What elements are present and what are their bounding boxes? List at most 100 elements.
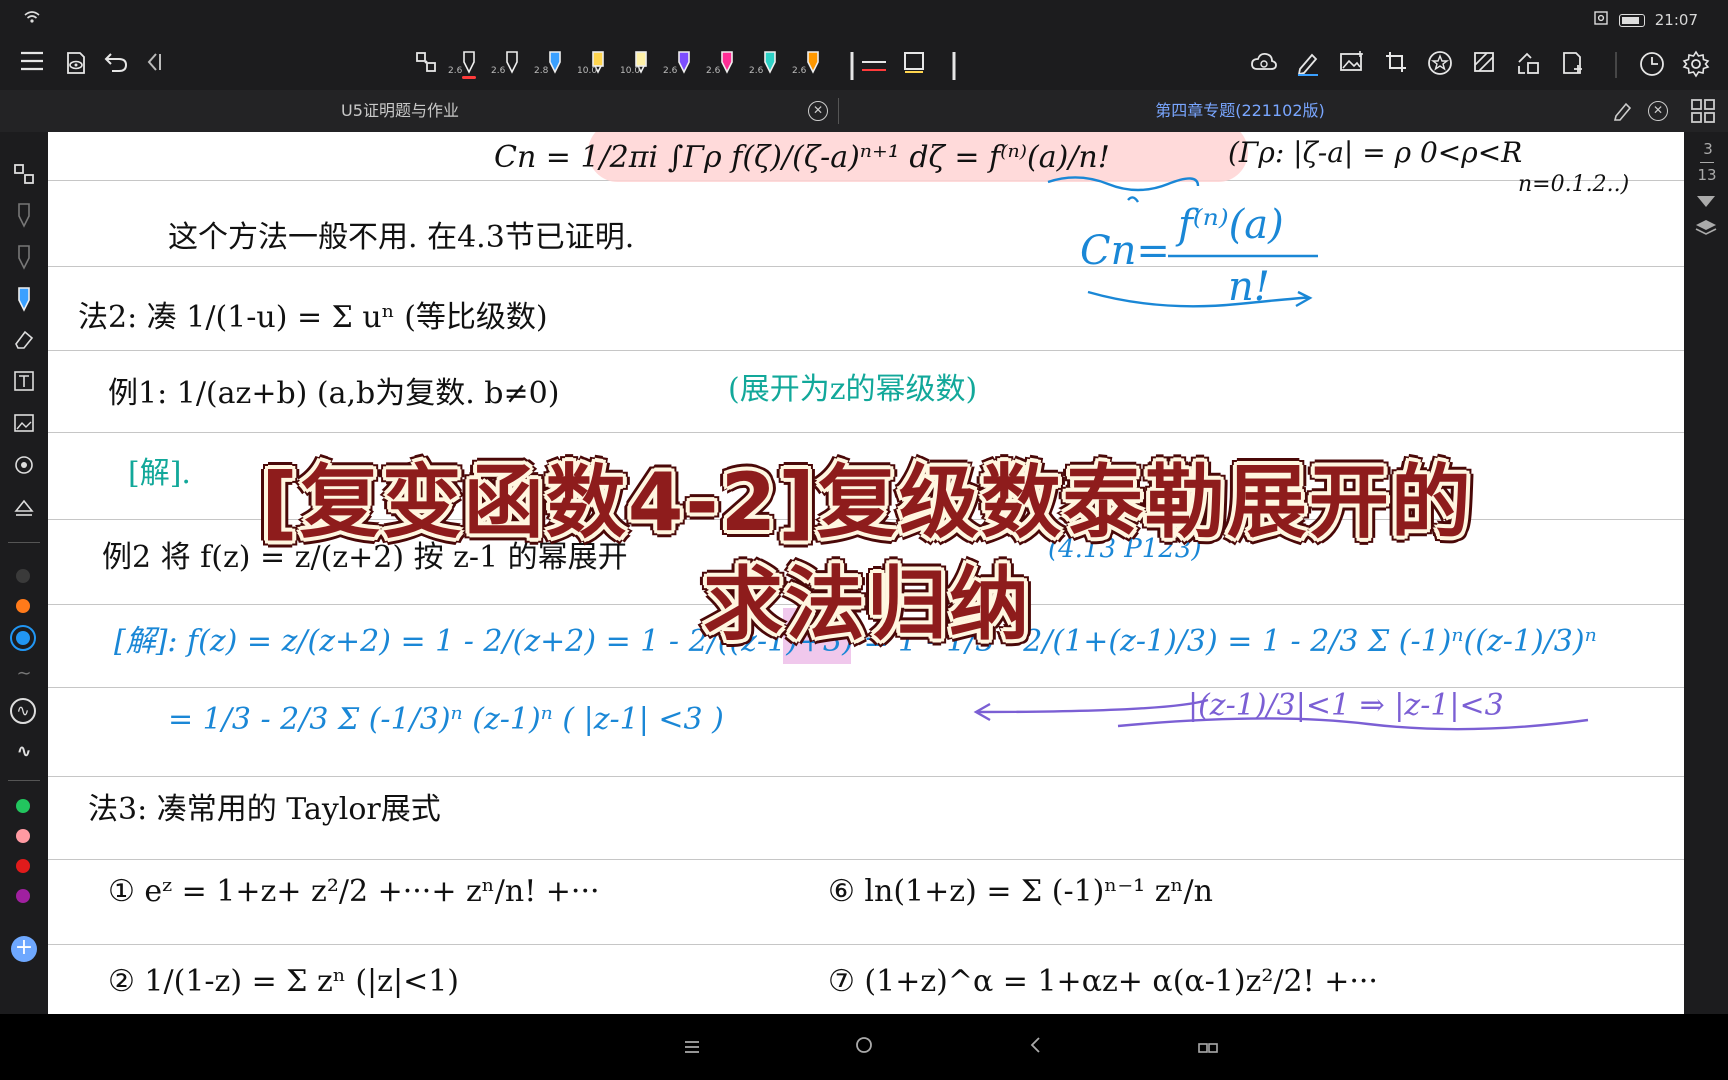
thick-stroke-icon[interactable]: ∿ [12, 740, 36, 764]
sidebar-divider [8, 542, 40, 543]
notebook-page[interactable]: Cn = 1/2πi ∫Γρ f(ζ)/(ζ-a)ⁿ⁺¹ dζ = f⁽ⁿ⁾(a… [48, 132, 1684, 1014]
close-tab-icon[interactable]: ✕ [1648, 101, 1668, 121]
color-swatch[interactable] [16, 569, 30, 583]
close-tab-icon[interactable]: ✕ [808, 101, 828, 121]
left-tool-sidebar: ∼ ∿ ∿ + [0, 132, 48, 1014]
tab-u5[interactable]: U5证明题与作业 [240, 90, 560, 132]
pen-edit-icon[interactable] [1292, 50, 1324, 82]
ruled-line [48, 604, 1684, 605]
page-fraction-bar [1700, 162, 1714, 163]
next-page-icon[interactable] [1696, 194, 1716, 213]
eraser-mask-icon[interactable] [1468, 50, 1500, 82]
taylor-geometric: ② 1/(1-z) = Σ zⁿ (|z|<1) [108, 964, 459, 999]
pen-icon[interactable] [12, 202, 36, 228]
read-mode-icon[interactable] [60, 50, 92, 82]
ruled-line [48, 350, 1684, 351]
convert-icon[interactable] [1512, 50, 1544, 82]
history-icon[interactable] [1636, 50, 1668, 82]
pen-tool-cyan[interactable]: 2.6 [749, 46, 789, 86]
laser-pointer-icon[interactable] [12, 454, 36, 478]
solution-1-label: [解]. [128, 456, 191, 491]
color-swatch[interactable] [16, 799, 30, 813]
highlighter-tool-2[interactable]: 10.0 [620, 46, 660, 86]
taylor-exp: ① eᶻ = 1+z+ z²/2 +···+ zⁿ/n! +··· [108, 874, 600, 909]
color-swatch[interactable] [16, 859, 30, 873]
example-2: 例2 将 f(z) = z/(z+2) 按 z-1 的幂展开 [102, 540, 628, 575]
select-tool-icon[interactable] [12, 162, 36, 186]
solution-2-step-1: [解]: f(z) = z/(z+2) = 1 - 2/(z+2) = 1 - … [114, 624, 1597, 659]
ruled-line [48, 266, 1684, 267]
taylor-ln: ⑥ ln(1+z) = Σ (-1)ⁿ⁻¹ zⁿ/n [828, 874, 1213, 909]
tab-divider [838, 98, 839, 124]
cn-numerator: f⁽ⁿ⁾(a) [1178, 202, 1284, 248]
selected-color-ring[interactable] [10, 625, 36, 651]
solution-2-step-2: = 1/3 - 2/3 Σ (-1/3)ⁿ (z-1)ⁿ ( |z-1| <3 … [168, 702, 724, 737]
purple-arrow-strokes [973, 698, 1589, 731]
pen-tool-orange[interactable]: 2.6 [792, 46, 832, 86]
screenshot-icon [1593, 10, 1609, 30]
collapse-icon[interactable] [138, 50, 170, 82]
thin-stroke-icon[interactable]: ∼ [12, 662, 36, 686]
home-nav-icon[interactable] [850, 1034, 878, 1062]
top-toolbar: 2.6 2.6 2.8 10.0 10.0 2.6 2.6 2.6 2.6 [0, 40, 1728, 90]
eraser-icon[interactable] [12, 328, 36, 352]
toolbar-divider [1600, 50, 1632, 82]
cn-denominator: n! [1228, 264, 1270, 310]
layers-icon[interactable] [1694, 218, 1718, 242]
ruled-line [48, 776, 1684, 777]
ruled-line [48, 944, 1684, 945]
ruler-icon[interactable] [12, 496, 36, 520]
pen-tool-1[interactable]: 2.6 [448, 46, 488, 86]
favorite-icon[interactable] [1424, 50, 1456, 82]
add-color-icon[interactable]: + [11, 936, 37, 962]
battery-icon [1618, 13, 1645, 27]
right-page-bar: 3 13 [1684, 132, 1728, 1014]
highlighter-icon[interactable] [12, 286, 36, 312]
document-tabs: U5证明题与作业 ✕ 第四章专题(221102版) ✕ [0, 90, 1728, 132]
example-1-note: (展开为z的幂级数) [728, 372, 978, 407]
highlighter-tool-1[interactable]: 10.0 [577, 46, 617, 86]
current-page-number: 3 [1703, 140, 1713, 158]
add-page-icon[interactable] [1556, 50, 1588, 82]
pen-tool-pink[interactable]: 2.6 [706, 46, 746, 86]
taylor-binomial: ⑦ (1+z)^α = 1+αz+ α(α-1)z²/2! +··· [828, 964, 1378, 999]
ruled-line [48, 859, 1684, 860]
shape-tool-icon[interactable] [898, 50, 930, 82]
pen-tool-2[interactable]: 2.6 [491, 46, 531, 86]
cauchy-coefficient-formula: Cn = 1/2πi ∫Γρ f(ζ)/(ζ-a)ⁿ⁺¹ dζ = f⁽ⁿ⁾(a… [494, 140, 1110, 175]
recents-nav-icon[interactable] [1194, 1034, 1222, 1062]
lasso-select-icon[interactable] [410, 50, 442, 82]
note-method-3: 法3: 凑常用的 Taylor展式 [88, 792, 441, 827]
contour-condition: (Γρ: |ζ-a| = ρ 0<ρ<R [1228, 136, 1523, 169]
medium-stroke-icon[interactable]: ∿ [10, 698, 36, 724]
color-swatch[interactable] [16, 829, 30, 843]
undo-icon[interactable] [100, 50, 132, 82]
crop-icon[interactable] [1380, 50, 1412, 82]
settings-gear-icon[interactable] [1680, 50, 1712, 82]
tab-chapter4[interactable]: 第四章专题(221102版) [1060, 90, 1420, 132]
menu-icon[interactable] [16, 50, 48, 82]
color-swatch[interactable] [16, 889, 30, 903]
toolbar-divider [938, 50, 970, 82]
cloud-sync-icon[interactable] [1248, 50, 1280, 82]
color-swatch[interactable] [16, 599, 30, 613]
menu-nav-icon[interactable] [678, 1034, 706, 1062]
example-2-reference: (4.13 P123) [1048, 534, 1202, 564]
grid-view-icon[interactable] [1690, 98, 1716, 124]
ruled-line [48, 519, 1684, 520]
pen-tool-purple[interactable]: 2.6 [663, 46, 703, 86]
rename-pencil-icon[interactable] [1612, 100, 1634, 122]
cn-label: Cn= [1080, 228, 1170, 274]
line-tool-icon[interactable] [858, 50, 890, 82]
total-pages: 13 [1697, 166, 1717, 184]
example-1: 例1: 1/(az+b) (a,b为复数. b≠0) [108, 376, 560, 411]
text-tool-icon[interactable] [12, 370, 36, 394]
pen-tool-3[interactable]: 2.8 [534, 46, 574, 86]
ruled-line [48, 432, 1684, 433]
clock-time: 21:07 [1654, 11, 1698, 29]
insert-image-icon[interactable] [1336, 50, 1368, 82]
n-range: n=0.1.2..) [1518, 172, 1630, 197]
back-nav-icon[interactable] [1022, 1034, 1050, 1062]
pencil-icon[interactable] [12, 244, 36, 270]
image-tool-icon[interactable] [12, 412, 36, 436]
